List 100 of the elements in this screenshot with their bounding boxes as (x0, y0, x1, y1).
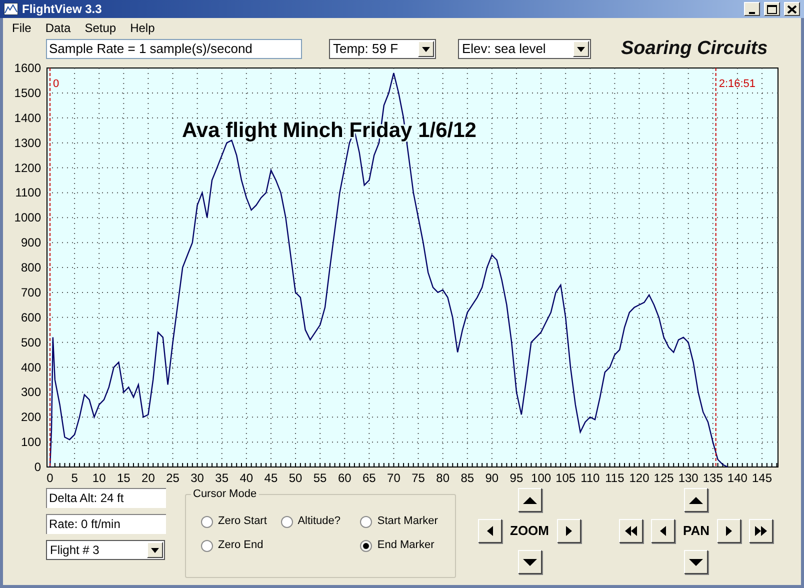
radio-button[interactable] (360, 516, 372, 528)
menu-item[interactable]: File (12, 19, 32, 37)
menu-item[interactable]: Help (130, 19, 155, 37)
x-axis-label: 55 (313, 471, 327, 484)
pan-label: PAN (683, 522, 710, 540)
x-axis-label: 75 (412, 471, 425, 484)
x-axis-label: 30 (190, 471, 204, 484)
menu-item[interactable]: Data (45, 19, 71, 37)
dropdown-arrow-icon (422, 46, 430, 52)
radio-label[interactable]: Altitude? (298, 513, 340, 530)
x-axis-label: 10 (92, 471, 106, 484)
x-axis-label: 135 (702, 471, 723, 484)
radio-button[interactable] (201, 540, 213, 552)
temperature-dropdown[interactable]: Temp: 59 F (329, 39, 436, 59)
window-title: FlightView 3.3 (22, 1, 102, 18)
y-axis-label: 1200 (14, 160, 41, 175)
radio-label[interactable]: Start Marker (377, 513, 438, 530)
y-axis-label: 600 (20, 310, 41, 324)
x-axis-label: 0 (46, 471, 54, 484)
sample-rate-field: Sample Rate = 1 sample(s)/second (46, 39, 302, 59)
pan-up-button[interactable] (684, 488, 708, 512)
x-axis-label: 145 (752, 471, 772, 484)
x-axis-label: 105 (556, 471, 576, 484)
radio-label[interactable]: Zero End (218, 537, 264, 554)
x-axis-label: 85 (460, 471, 474, 484)
radio-button[interactable] (201, 516, 213, 528)
zoom-down-button[interactable] (518, 550, 542, 574)
marker-line[interactable] (715, 68, 716, 468)
pan-right-button[interactable] (717, 519, 742, 543)
y-axis-label: 1600 (14, 61, 41, 75)
y-axis-label: 0 (34, 460, 41, 474)
x-axis-label: 65 (362, 471, 376, 484)
y-axis-label: 800 (20, 260, 41, 274)
radio-label[interactable]: Zero Start (218, 513, 267, 530)
close-icon (787, 4, 797, 14)
zoom-up-button[interactable] (518, 488, 542, 512)
down-triangle-icon (522, 556, 538, 568)
double-right-triangle-icon (753, 525, 770, 537)
x-axis-label: 140 (727, 471, 748, 484)
x-axis-label: 5 (71, 471, 78, 484)
minimize-button[interactable] (744, 2, 760, 16)
menu-item[interactable]: Setup (84, 19, 116, 37)
maximize-button[interactable] (764, 2, 780, 16)
y-axis-label: 200 (20, 410, 41, 424)
x-axis-label: 120 (629, 471, 650, 484)
brand-logo: Soaring Circuits (621, 36, 768, 61)
x-axis-label: 70 (387, 471, 400, 484)
x-axis-label: 60 (338, 471, 352, 484)
flight-dropdown[interactable]: Flight # 3 (46, 540, 165, 560)
y-axis-label: 1100 (15, 186, 41, 200)
x-axis-label: 50 (288, 471, 302, 484)
x-axis-label: 115 (605, 471, 624, 484)
close-button[interactable] (784, 2, 800, 16)
rate-field: Rate: 0 ft/min (46, 514, 166, 534)
pan-left-button[interactable] (651, 519, 675, 543)
dropdown-arrow-icon (577, 46, 585, 52)
x-axis-label: 130 (678, 471, 698, 484)
y-axis-label: 900 (20, 236, 41, 250)
y-axis-label: 1500 (14, 86, 41, 100)
up-triangle-icon (522, 494, 538, 506)
zoom-right-button[interactable] (557, 519, 581, 543)
x-axis-label: 45 (264, 471, 278, 484)
radio-button[interactable] (360, 540, 372, 552)
x-axis-label: 20 (142, 471, 155, 484)
pan-down-button[interactable] (684, 550, 708, 574)
maximize-icon (767, 4, 777, 14)
y-axis-label: 300 (20, 385, 41, 400)
x-axis-label: 90 (485, 471, 499, 484)
x-axis-label: 25 (166, 471, 180, 484)
x-axis-label: 40 (240, 471, 254, 484)
delta-altitude-field: Delta Alt: 24 ft (46, 488, 166, 508)
zoom-label: ZOOM (510, 522, 549, 540)
y-axis-label: 400 (20, 360, 41, 374)
up-triangle-icon (688, 494, 704, 506)
zoom-left-button[interactable] (478, 519, 502, 543)
y-axis-label: 700 (20, 285, 41, 300)
app-icon (4, 3, 18, 15)
x-axis-label: 100 (531, 471, 552, 484)
minimize-icon (749, 12, 755, 14)
marker-label: 2:16:51 (718, 78, 756, 90)
double-left-triangle-icon (623, 525, 639, 537)
down-triangle-icon (688, 556, 704, 568)
radio-button[interactable] (280, 516, 293, 528)
x-axis-label: 35 (215, 471, 229, 484)
y-axis-label: 1300 (14, 136, 41, 150)
dropdown-arrow-icon (151, 548, 159, 552)
pan-fast-right-button[interactable] (749, 519, 774, 543)
y-axis-label: 1000 (14, 210, 41, 225)
marker-label: 0 (53, 78, 60, 90)
pan-fast-left-button[interactable] (619, 519, 643, 543)
x-axis-label: 80 (436, 471, 450, 484)
x-axis-label: 15 (116, 471, 130, 484)
x-axis-label: 110 (580, 471, 600, 484)
x-axis-label: 95 (510, 471, 524, 484)
x-axis-label: 125 (654, 471, 674, 484)
y-axis-label: 1400 (14, 110, 41, 125)
radio-label[interactable]: End Marker (377, 537, 434, 554)
elevation-dropdown[interactable]: Elev: sea level (458, 39, 591, 59)
y-axis-label: 100 (20, 435, 41, 450)
y-axis-label: 500 (20, 335, 41, 350)
